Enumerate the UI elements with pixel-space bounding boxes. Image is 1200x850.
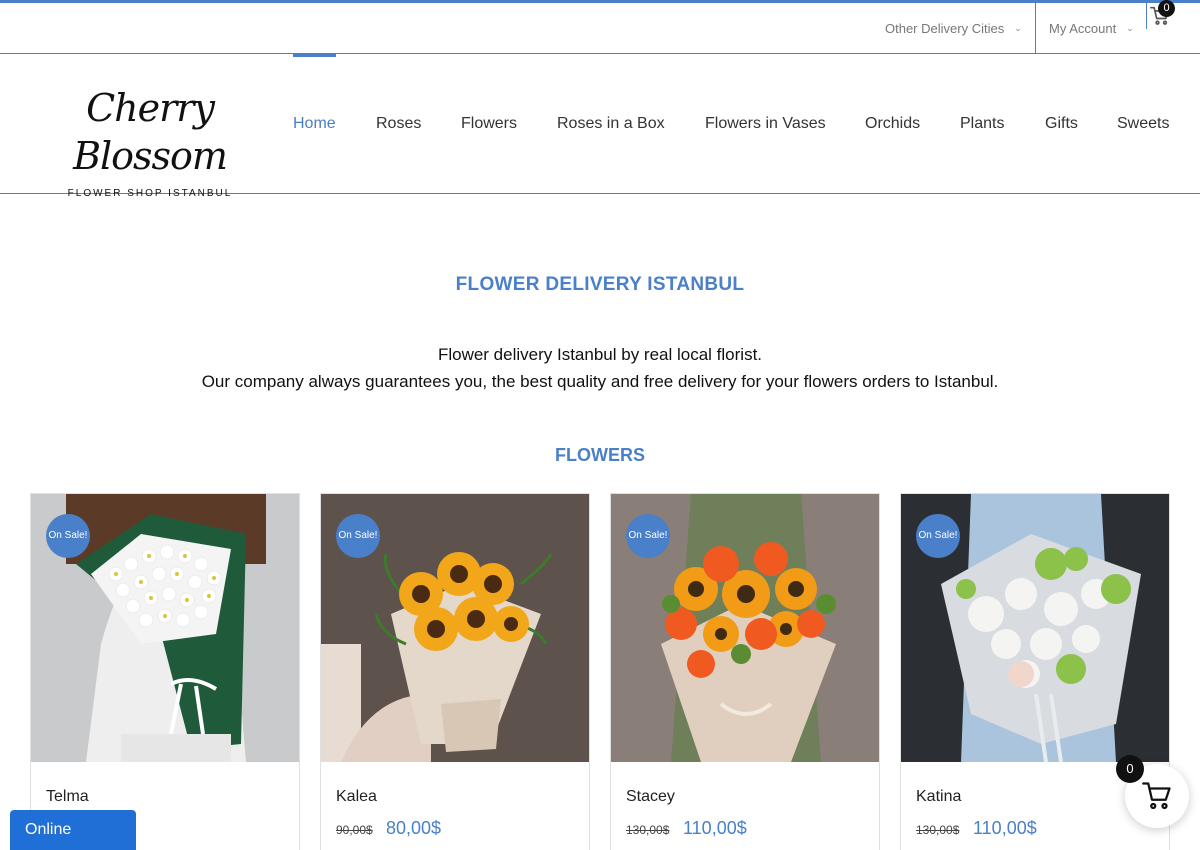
delivery-cities-label: Other Delivery Cities [885,20,1005,36]
section-title-flowers: FLOWERS [555,445,645,465]
floating-cart-button[interactable]: 0 [1116,755,1189,828]
product-image[interactable]: On Sale! [321,494,589,762]
nav-item-flowers-in-vases[interactable]: Flowers in Vases [705,54,826,194]
product-name[interactable]: Katina [916,788,961,806]
intro-line: Our company always guarantees you, the b… [201,372,999,391]
original-price: 130,00$ [626,823,670,837]
product-price: 80,00$ [386,818,442,838]
on-sale-badge: On Sale! [626,514,670,558]
my-account-label: My Account [1049,21,1117,36]
product-card-telma[interactable]: On Sale! Telma 0$ [30,493,300,850]
site-logo[interactable]: Cherry Blossom FLOWER SHOP ISTANBUL [30,84,270,199]
chevron-down-icon: ⌄ [1014,22,1022,33]
product-image[interactable]: On Sale! [901,494,1169,762]
logo-tagline: FLOWER SHOP ISTANBUL [67,188,233,199]
top-utility-bar: Other Delivery Cities ⌄ My Account ⌄ 0 [0,0,1200,54]
live-chat-button[interactable]: Online [10,810,136,850]
nav-item-orchids[interactable]: Orchids [865,54,920,194]
nav-item-flowers[interactable]: Flowers [461,54,517,194]
on-sale-badge: On Sale! [46,514,90,558]
product-card-stacey[interactable]: On Sale! Stacey 130,00$ 110,00$ [610,493,880,850]
page-title: FLOWER DELIVERY ISTANBUL [455,274,745,295]
original-price: 90,00$ [336,823,373,837]
nav-item-sweets[interactable]: Sweets [1117,54,1169,194]
nav-item-roses-in-a-box[interactable]: Roses in a Box [557,54,665,194]
intro-text: Flower delivery Istanbul by real local f… [0,341,1200,395]
nav-item-gifts[interactable]: Gifts [1045,54,1078,194]
main-header: Cherry Blossom FLOWER SHOP ISTANBUL Home… [0,54,1200,199]
product-name[interactable]: Telma [46,788,89,806]
original-price: 130,00$ [916,823,960,837]
product-image[interactable]: On Sale! [611,494,879,762]
delivery-cities-menu[interactable]: Other Delivery Cities ⌄ [885,3,1022,53]
cart-icon [1142,782,1171,810]
nav-item-roses[interactable]: Roses [376,54,421,194]
on-sale-badge: On Sale! [916,514,960,558]
product-name[interactable]: Kalea [336,788,377,806]
logo-wordmark: Cherry Blossom [73,86,228,178]
cart-count-badge: 0 [1158,0,1175,17]
nav-item-home[interactable]: Home [293,54,336,194]
product-image[interactable]: On Sale! [31,494,299,762]
nav-item-plants[interactable]: Plants [960,54,1004,194]
product-price: 110,00$ [683,818,747,838]
header-cart-button[interactable]: 0 [1146,0,1176,29]
intro-line: Flower delivery Istanbul by real local f… [437,345,763,364]
chevron-down-icon: ⌄ [1126,23,1134,33]
on-sale-badge: On Sale! [336,514,380,558]
cart-count-badge: 0 [1116,755,1144,783]
product-card-kalea[interactable]: On Sale! Kalea 90,00$ 80,00$ [320,493,590,850]
product-name[interactable]: Stacey [626,788,675,806]
my-account-menu[interactable]: My Account ⌄ [1035,3,1134,54]
product-price: 110,00$ [973,818,1037,838]
